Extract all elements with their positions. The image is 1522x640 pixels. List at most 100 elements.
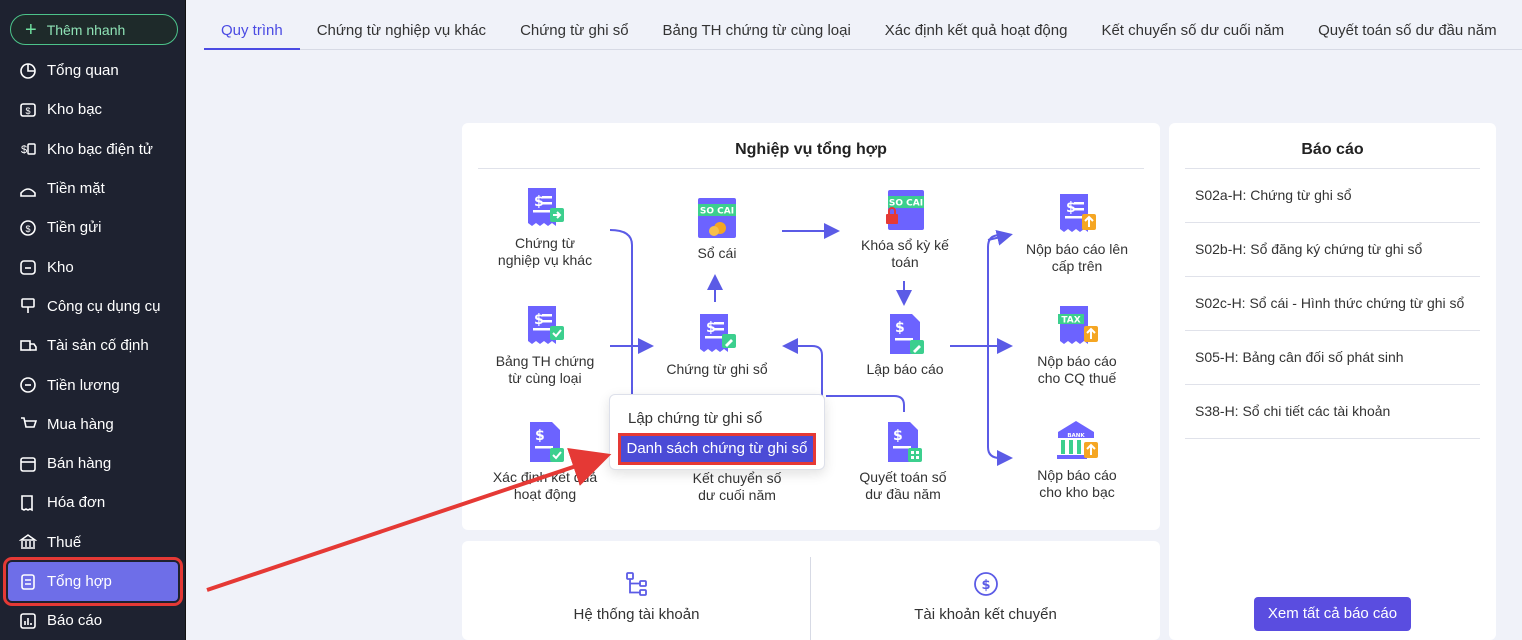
document-check-icon: $ — [530, 422, 564, 462]
report-list: S02a-H: Chứng từ ghi sổ S02b-H: Sổ đăng k… — [1185, 169, 1480, 439]
node-opening-balance-label: Quyết toán số dư đầu năm — [859, 469, 947, 502]
tab-4[interactable]: Xác định kết quả hoạt động — [868, 12, 1085, 50]
report-item[interactable]: S02a-H: Chứng từ ghi sổ — [1185, 169, 1480, 223]
sidebar-item-14[interactable]: Báo cáo — [0, 601, 186, 640]
voucher-edit-icon: $ — [700, 314, 736, 352]
cart-icon — [18, 414, 38, 434]
tab-5[interactable]: Kết chuyển số dư cuối năm — [1084, 12, 1301, 50]
sidebar-item-label: Hóa đơn — [47, 494, 106, 512]
svg-text:$: $ — [21, 144, 27, 156]
warehouse-icon — [18, 257, 38, 277]
sidebar-item-0[interactable]: Tổng quan — [0, 51, 186, 90]
sidebar-item-9[interactable]: Mua hàng — [0, 405, 186, 444]
sidebar-item-3[interactable]: Tiền mặt — [0, 169, 186, 208]
node-period-lock[interactable]: SO CAI Khóa sổ kỳ kế toán — [840, 188, 970, 271]
bank-icon — [18, 532, 38, 552]
node-ledger-label: Sổ cái — [697, 245, 737, 261]
quick-add-button[interactable]: + Thêm nhanh — [10, 14, 178, 45]
deposit-icon: $ — [18, 218, 38, 238]
menu-posting-voucher-list[interactable]: Danh sách chứng từ ghi sổ — [618, 433, 816, 465]
svg-text:TAX: TAX — [1061, 316, 1080, 326]
hierarchy-icon — [625, 572, 647, 596]
sidebar-item-6[interactable]: Công cụ dụng cụ — [0, 287, 186, 326]
node-posting-voucher-label: Chứng từ ghi sổ — [666, 361, 768, 377]
sidebar-item-4[interactable]: $ Tiền gửi — [0, 208, 186, 247]
voucher-upload-icon: $ — [1060, 194, 1096, 232]
sidebar-item-1[interactable]: $ Kho bạc — [0, 90, 186, 129]
report-panel: Báo cáo S02a-H: Chứng từ ghi sổ S02b-H: S… — [1169, 123, 1496, 640]
sidebar-item-label: Báo cáo — [47, 612, 103, 630]
node-opening-balance[interactable]: $ Quyết toán số dư đầu năm — [840, 420, 966, 503]
sidebar-item-label: Tổng hợp — [47, 573, 112, 590]
report-item[interactable]: S02c-H: Sổ cái - Hình thức chứng từ ghi … — [1185, 277, 1480, 331]
node-summary-table[interactable]: $ Bảng TH chứng từ cùng loại — [478, 304, 612, 387]
transfer-accounts-label: Tài khoản kết chuyển — [914, 606, 1057, 623]
sidebar-item-label: Tiền mặt — [47, 180, 105, 198]
node-submit-superior[interactable]: $ Nộp báo cáo lên cấp trên — [1012, 192, 1142, 275]
salary-icon — [18, 375, 38, 395]
sidebar-item-label: Tiền lương — [47, 376, 120, 394]
account-system-link[interactable]: Hệ thống tài khoản — [462, 541, 811, 640]
node-other-vouchers[interactable]: $ Chứng từ nghiệp vụ khác — [478, 186, 612, 269]
node-ledger[interactable]: SO CAI Sổ cái — [660, 196, 774, 262]
tab-2[interactable]: Chứng từ ghi sổ — [503, 12, 645, 50]
node-submit-tax-label: Nộp báo cáo cho CQ thuế — [1037, 353, 1117, 386]
sidebar-item-8[interactable]: Tiền lương — [0, 365, 186, 404]
node-submit-superior-label: Nộp báo cáo lên cấp trên — [1026, 241, 1128, 274]
summary-icon — [18, 572, 38, 592]
svg-text:$: $ — [25, 106, 30, 116]
report-item[interactable]: S38-H: Sổ chi tiết các tài khoản — [1185, 385, 1480, 439]
e-treasury-icon: $ — [18, 139, 38, 159]
menu-create-posting-voucher[interactable]: Lập chứng từ ghi sổ — [628, 410, 762, 427]
view-all-reports-button[interactable]: Xem tất cả báo cáo — [1254, 597, 1411, 631]
posting-voucher-menu: Lập chứng từ ghi sổ Danh sách chứng từ g… — [609, 394, 825, 470]
tab-0[interactable]: Quy trình — [204, 12, 300, 50]
account-system-label: Hệ thống tài khoản — [573, 606, 700, 623]
invoice-icon — [18, 493, 38, 513]
sidebar-item-label: Công cụ dụng cụ — [47, 297, 161, 315]
sidebar-item-13[interactable]: Tổng hợp — [3, 556, 183, 607]
store-icon — [18, 454, 38, 474]
tab-6[interactable]: Quyết toán số dư đầu năm — [1301, 12, 1513, 50]
node-submit-tax[interactable]: TAX Nộp báo cáo cho CQ thuế — [1012, 304, 1142, 387]
report-icon — [18, 611, 38, 631]
node-create-report[interactable]: $ Lập báo cáo — [848, 312, 962, 378]
sidebar-item-7[interactable]: Tài sản cố định — [0, 326, 186, 365]
node-period-lock-label: Khóa sổ kỳ kế toán — [861, 237, 949, 270]
node-year-end-transfer[interactable]: Kết chuyển số dư cuối năm — [670, 470, 804, 504]
sidebar-item-label: Tiền gửi — [47, 219, 102, 237]
document-calculator-icon: $ — [888, 422, 922, 462]
tools-icon — [18, 296, 38, 316]
sidebar-item-12[interactable]: Thuế — [0, 523, 186, 562]
cash-icon — [18, 179, 38, 199]
node-posting-voucher[interactable]: $ Chứng từ ghi sổ — [652, 312, 782, 378]
node-create-report-label: Lập báo cáo — [866, 361, 944, 377]
report-item[interactable]: S05-H: Bảng cân đối số phát sinh — [1185, 331, 1480, 385]
voucher-check-icon: $ — [528, 306, 564, 344]
sidebar-item-10[interactable]: Bán hàng — [0, 444, 186, 483]
sidebar-item-5[interactable]: Kho — [0, 247, 186, 286]
document-edit-icon: $ — [890, 314, 924, 354]
node-submit-treasury[interactable]: BANK Nộp báo cáo cho kho bạc — [1012, 418, 1142, 501]
tax-document-icon: TAX — [1058, 306, 1098, 344]
tab-1[interactable]: Chứng từ nghiệp vụ khác — [300, 12, 503, 50]
sidebar-item-label: Kho — [47, 258, 74, 276]
sidebar-item-label: Kho bạc điện tử — [47, 140, 153, 158]
sidebar-item-11[interactable]: Hóa đơn — [0, 483, 186, 522]
tab-3[interactable]: Bảng TH chứng từ cùng loại — [646, 12, 868, 50]
svg-text:SO CAI: SO CAI — [889, 199, 923, 209]
node-determine-result-label: Xác định kết quả hoạt động — [492, 469, 598, 502]
sidebar-item-2[interactable]: $ Kho bạc điện tử — [0, 130, 186, 169]
dashboard-icon — [18, 61, 38, 81]
svg-text:$: $ — [893, 428, 903, 444]
bank-upload-icon: BANK — [1057, 421, 1098, 459]
svg-text:$: $ — [535, 428, 545, 444]
sidebar-nav: Tổng quan $ Kho bạc $ Kho bạc điện tử Tiền mặ… — [0, 51, 186, 640]
process-title: Nghiệp vụ tổng hợp — [478, 141, 1144, 169]
node-determine-result[interactable]: $ Xác định kết quả hoạt động — [478, 420, 612, 503]
truck-icon — [18, 336, 38, 356]
report-item[interactable]: S02b-H: Sổ đăng ký chứng từ ghi sổ — [1185, 223, 1480, 277]
transfer-accounts-link[interactable]: $ Tài khoản kết chuyển — [811, 541, 1160, 640]
node-year-end-transfer-label: Kết chuyển số dư cuối năm — [692, 470, 782, 503]
plus-icon: + — [25, 18, 37, 41]
